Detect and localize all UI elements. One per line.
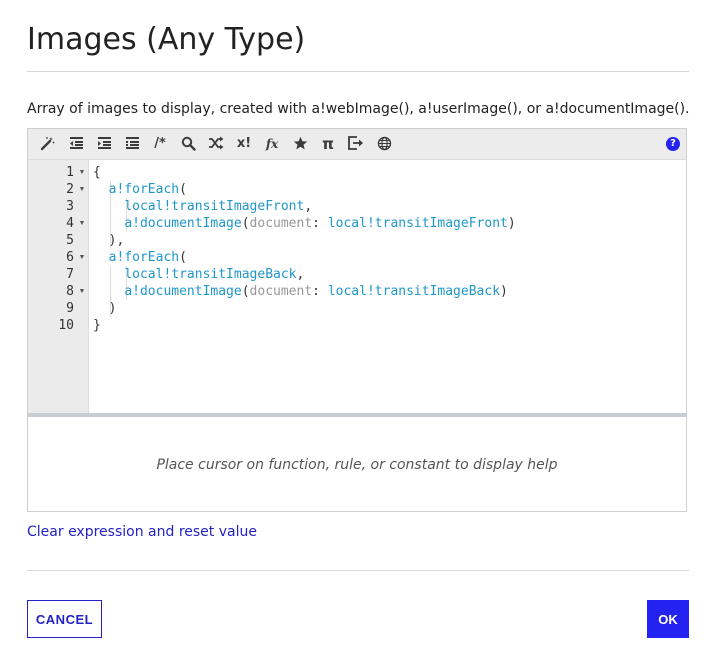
- code-token: ): [500, 284, 508, 299]
- fold-toggle-icon[interactable]: ▼: [78, 249, 86, 266]
- line-number: 7: [66, 267, 74, 282]
- search-icon[interactable]: [179, 136, 197, 152]
- pi-icon[interactable]: π: [319, 136, 337, 152]
- comment-icon[interactable]: /*: [151, 136, 169, 152]
- fold-toggle-icon[interactable]: ▼: [78, 215, 86, 232]
- code-token: a!forEach: [108, 182, 180, 197]
- dialog-title: Images (Any Type): [27, 22, 306, 57]
- line-number: 5: [66, 233, 74, 248]
- code-token: document: [249, 216, 313, 231]
- code-token: local!transitImageBack: [327, 284, 501, 299]
- line-number: 1: [66, 165, 74, 180]
- code-token: local!transitImageFront: [327, 216, 508, 231]
- line-number: 9: [66, 301, 74, 316]
- star-icon[interactable]: [291, 136, 309, 152]
- cancel-button[interactable]: CANCEL: [27, 600, 102, 638]
- magic-wand-icon[interactable]: [38, 136, 56, 152]
- outdent-icon[interactable]: [67, 136, 85, 152]
- code-token: local!transitImageBack: [124, 267, 297, 282]
- fold-toggle-icon[interactable]: ▼: [78, 181, 86, 198]
- title-divider: [27, 71, 689, 72]
- code-token: ),: [108, 233, 125, 248]
- field-description: Array of images to display, created with…: [27, 101, 690, 117]
- code-token: local!transitImageFront: [124, 199, 305, 214]
- line-number: 3: [66, 199, 74, 214]
- line-number: 2: [66, 182, 74, 197]
- help-placeholder: Place cursor on function, rule, or const…: [156, 457, 558, 473]
- code-line: a!forEach(: [93, 249, 187, 266]
- code-token: a!forEach: [108, 250, 180, 265]
- line-number: 10: [58, 318, 74, 333]
- editor-toolbar: /* x! fx π ?: [28, 129, 686, 160]
- code-token: a!documentImage: [124, 284, 242, 299]
- line-number: 8: [66, 284, 74, 299]
- code-token: (: [241, 216, 250, 231]
- code-token: :: [312, 284, 328, 299]
- code-token: {: [93, 165, 101, 180]
- function-icon[interactable]: fx: [263, 136, 281, 152]
- code-line: {: [93, 164, 101, 181]
- help-icon[interactable]: ?: [666, 137, 680, 151]
- code-token: ,: [304, 199, 313, 214]
- code-token: }: [93, 318, 101, 333]
- code-token: :: [312, 216, 328, 231]
- shuffle-icon[interactable]: [207, 136, 225, 152]
- code-line: ),: [93, 232, 125, 249]
- ok-button[interactable]: OK: [647, 600, 689, 638]
- clear-expression-link[interactable]: Clear expression and reset value: [27, 524, 257, 540]
- line-number: 6: [66, 250, 74, 265]
- fold-toggle-icon[interactable]: ▼: [78, 164, 86, 181]
- code-token: (: [241, 284, 250, 299]
- line-number-gutter: 1 ▼ 2 ▼ 3 4 ▼ 5 6 ▼ 7 8 ▼ 9 10: [28, 160, 89, 413]
- list-icon[interactable]: [123, 136, 141, 152]
- expression-editor: /* x! fx π ? 1 ▼ 2 ▼ 3 4 ▼ 5 6 ▼ 7 8 ▼ 9 10 { a!forEac…: [27, 128, 687, 512]
- globe-icon[interactable]: [375, 136, 393, 152]
- fold-toggle-icon[interactable]: ▼: [78, 283, 86, 300]
- code-line: a!documentImage(document: local!transitI…: [93, 215, 516, 232]
- code-token: ): [108, 301, 117, 316]
- x-factorial-icon[interactable]: x!: [235, 136, 253, 152]
- footer-divider: [27, 570, 689, 571]
- code-token: ,: [296, 267, 305, 282]
- code-token: ): [507, 216, 516, 231]
- code-line: }: [93, 317, 101, 334]
- code-line: ): [93, 300, 117, 317]
- code-token: a!documentImage: [124, 216, 242, 231]
- help-panel: Place cursor on function, rule, or const…: [28, 417, 686, 511]
- line-number: 4: [66, 216, 74, 231]
- code-area[interactable]: { a!forEach( local!transitImageFront, a!…: [89, 160, 686, 413]
- indent-icon[interactable]: [95, 136, 113, 152]
- code-line: a!forEach(: [93, 181, 187, 198]
- code-line: local!transitImageBack,: [93, 266, 304, 283]
- code-line: local!transitImageFront,: [93, 198, 312, 215]
- code-token: (: [179, 182, 187, 197]
- code-token: document: [249, 284, 313, 299]
- code-line: a!documentImage(document: local!transitI…: [93, 283, 508, 300]
- export-icon[interactable]: [347, 136, 365, 152]
- code-token: (: [179, 250, 187, 265]
